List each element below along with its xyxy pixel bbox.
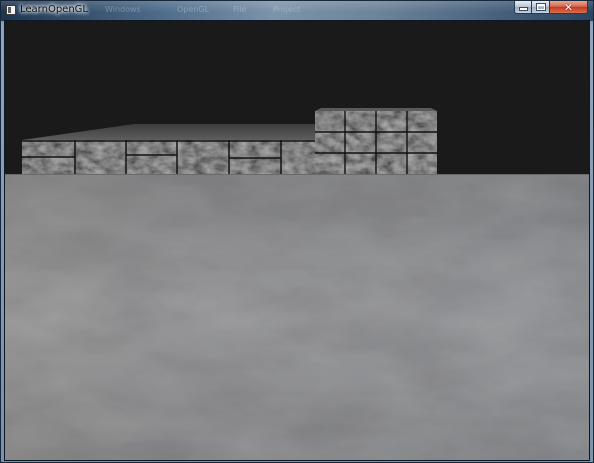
- background-title-text: File: [233, 5, 247, 14]
- rendered-scene: [5, 21, 589, 460]
- stone-block-tall: [315, 108, 437, 174]
- background-title-text: Windows: [105, 5, 141, 14]
- opengl-viewport[interactable]: [4, 20, 590, 461]
- background-title-text: Project: [273, 5, 301, 14]
- app-window: LearnOpenGL Windows OpenGL File Project …: [0, 0, 594, 463]
- close-button[interactable]: ✕: [550, 1, 588, 14]
- close-icon: ✕: [563, 0, 574, 14]
- window-title: LearnOpenGL: [20, 4, 88, 15]
- app-window-icon[interactable]: [6, 5, 16, 15]
- title-bar[interactable]: LearnOpenGL Windows OpenGL File Project …: [1, 1, 593, 21]
- minimize-icon: [519, 7, 527, 10]
- background-title-text: OpenGL: [177, 5, 210, 14]
- minimize-button[interactable]: [514, 1, 532, 14]
- maximize-button[interactable]: [532, 1, 550, 14]
- block-top-face: [315, 108, 437, 111]
- maximize-icon: [536, 4, 545, 10]
- floor-plane: [5, 174, 589, 460]
